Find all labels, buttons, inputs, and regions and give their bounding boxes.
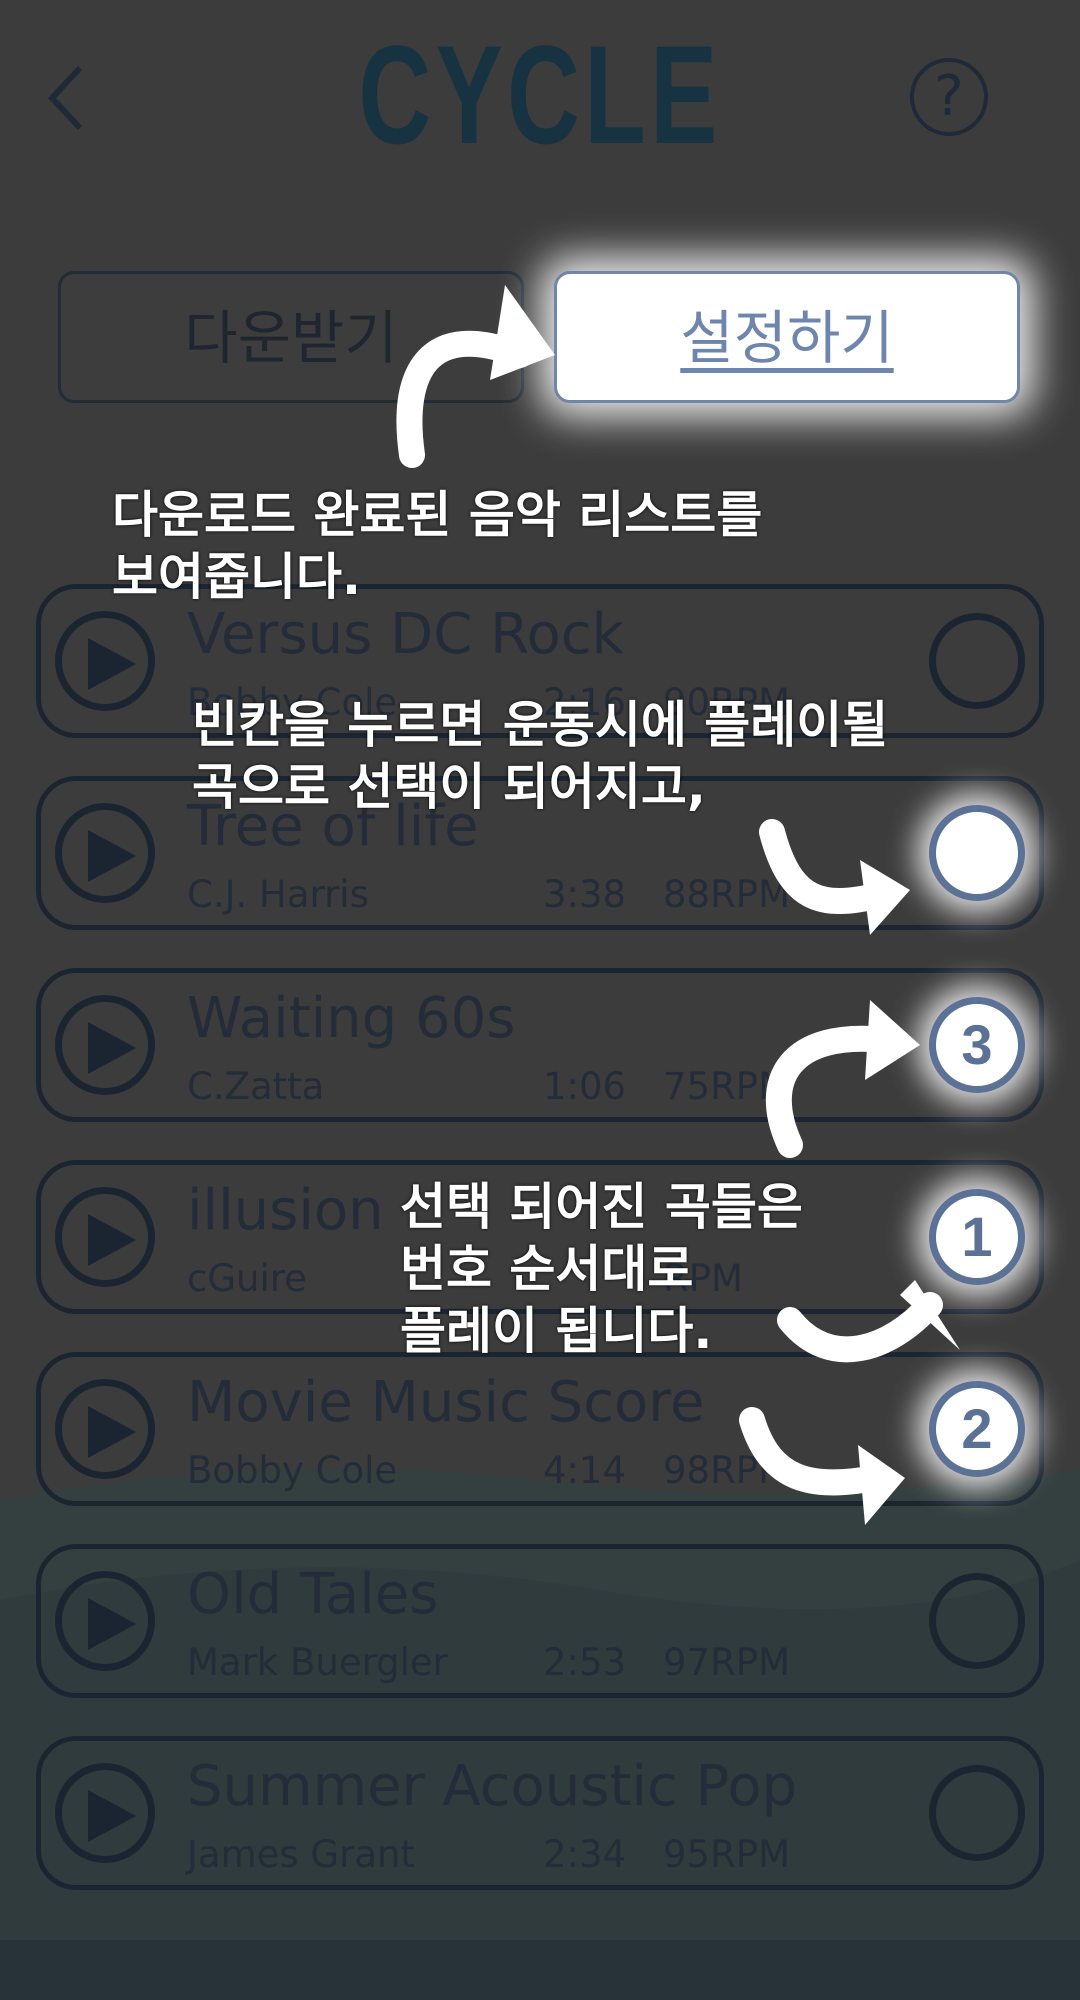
song-title: Versus DC Rock [187,602,624,667]
annotation-line: 선택 되어진 곡들은 [400,1178,803,1236]
song-duration: 3:38 [543,873,627,916]
play-button[interactable] [55,1187,155,1287]
song-rpm: 88RPM [663,873,791,916]
song-duration: 1:06 [543,1065,627,1108]
song-duration: 2:34 [543,1833,627,1876]
annotation-line: 플레이 됩니다. [400,1302,713,1360]
play-icon [88,830,136,882]
back-button[interactable] [38,58,98,138]
select-circle[interactable]: 1 [929,1189,1025,1285]
play-button[interactable] [55,1763,155,1863]
annotation-line: 보여줍니다. [112,548,361,606]
play-icon [88,1598,136,1650]
annotation-download-list: 다운로드 완료된 음악 리스트를 보여줍니다. [112,484,762,608]
tab-settings-label: 설정하기 [680,304,894,372]
song-artist: Bobby Cole [187,1449,398,1492]
select-circle[interactable]: 3 [929,997,1025,1093]
play-icon [88,1406,136,1458]
play-button[interactable] [55,1571,155,1671]
song-title: illusion [187,1178,384,1243]
help-button[interactable]: ? [910,58,988,136]
play-button[interactable] [55,803,155,903]
select-circle[interactable] [929,613,1025,709]
play-button[interactable] [55,611,155,711]
annotation-line: 빈칸을 누르면 운동시에 플레이될 [192,696,889,754]
song-rpm: 98RPM [663,1449,791,1492]
select-circle[interactable] [929,805,1025,901]
song-row: Waiting 60s C.Zatta 1:06 75RPM 3 [36,968,1044,1122]
play-icon [88,638,136,690]
annotation-line: 곡으로 선택이 되어지고, [192,758,706,816]
play-icon [88,1790,136,1842]
annotation-select-empty: 빈칸을 누르면 운동시에 플레이될 곡으로 선택이 되어지고, [192,694,888,818]
song-row: Summer Acoustic Pop James Grant 2:34 95R… [36,1736,1044,1890]
song-artist: C.J. Harris [187,873,369,916]
app-title: CYCLE [358,16,722,173]
select-circle[interactable]: 2 [929,1381,1025,1477]
bottom-bar [0,1940,1080,2000]
song-row: Movie Music Score Bobby Cole 4:14 98RPM … [36,1352,1044,1506]
song-title: Summer Acoustic Pop [187,1754,798,1819]
song-artist: James Grant [187,1833,415,1876]
play-icon [88,1214,136,1266]
song-title: Movie Music Score [187,1370,705,1435]
song-duration: 2:53 [543,1641,627,1684]
song-title: Old Tales [187,1562,439,1627]
song-row: Old Tales Mark Buergler 2:53 97RPM [36,1544,1044,1698]
play-icon [88,1022,136,1074]
header: CYCLE ? [0,0,1080,190]
song-artist: Mark Buergler [187,1641,448,1684]
annotation-line: 다운로드 완료된 음악 리스트를 [112,486,763,544]
song-rpm: 97RPM [663,1641,791,1684]
song-artist: C.Zatta [187,1065,325,1108]
song-duration: 4:14 [543,1449,627,1492]
song-rpm: 75RPM [663,1065,791,1108]
tab-download[interactable]: 다운받기 [58,271,524,403]
song-title: Waiting 60s [187,986,516,1051]
select-circle[interactable] [929,1765,1025,1861]
select-circle[interactable] [929,1573,1025,1669]
chevron-left-icon [47,65,83,131]
annotation-line: 번호 순서대로 [400,1240,694,1298]
annotation-play-order: 선택 되어진 곡들은 번호 순서대로 플레이 됩니다. [400,1176,803,1362]
song-rpm: 95RPM [663,1833,791,1876]
play-button[interactable] [55,995,155,1095]
song-artist: cGuire [187,1257,307,1300]
tab-settings[interactable]: 설정하기 [554,271,1020,403]
play-button[interactable] [55,1379,155,1479]
